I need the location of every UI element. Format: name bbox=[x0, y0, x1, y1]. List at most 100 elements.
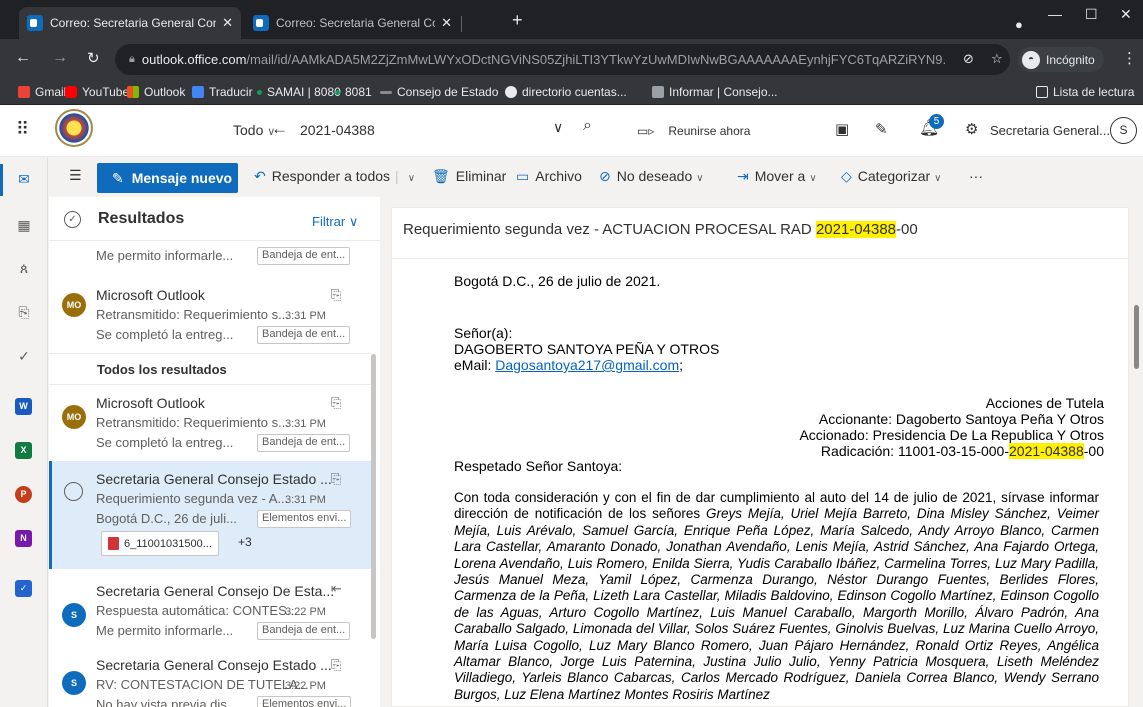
attachment-chip[interactable]: 6_11001031500... bbox=[101, 531, 219, 556]
list-item[interactable]: Me permito informarle... Bandeja de ent.… bbox=[49, 241, 371, 271]
list-item[interactable]: MO Microsoft Outlook ⎘ Retransmitido: Re… bbox=[49, 385, 371, 459]
incognito-badge[interactable]: ◓ Incógnito bbox=[1018, 47, 1104, 72]
move-to-button[interactable]: ⇥ Mover a ∨ bbox=[737, 168, 817, 185]
trash-icon: 🗑︎ bbox=[432, 168, 450, 184]
app-rail: ✉ ▦ ጰ ⎘ ✓ W X P N ✓ bbox=[0, 157, 48, 707]
organization-logo bbox=[55, 109, 93, 147]
avatar: MO bbox=[62, 293, 86, 317]
attachments-icon[interactable]: ⎘ bbox=[14, 304, 34, 322]
reply-all-button[interactable]: ↶ Responder a todos | ∨ bbox=[254, 168, 415, 185]
section-header: Todos los resultados bbox=[49, 353, 371, 385]
settings-gear-icon[interactable]: ⚙ bbox=[965, 120, 978, 138]
bookmark-gmail[interactable]: Gmail bbox=[18, 85, 66, 99]
app-launcher-icon[interactable]: ⠿ bbox=[16, 119, 29, 140]
bookmark-star-icon[interactable]: ☆ bbox=[991, 51, 1003, 67]
meet-now-button[interactable]: ▭▹ Reunirse ahora bbox=[637, 122, 764, 138]
new-message-button[interactable]: ✎ Mensaje nuevo bbox=[97, 163, 238, 193]
list-item[interactable]: MO Microsoft Outlook ⎘ Retransmitido: Re… bbox=[49, 273, 371, 349]
browser-tab-1[interactable]: Correo: Secretaria General Conse ✕ bbox=[19, 7, 241, 39]
command-bar: ☰ ✎ Mensaje nuevo ↶ Responder a todos | ∨ 🗑︎… bbox=[49, 157, 1143, 197]
message-subject: Requerimiento segunda vez - ACTUACION PR… bbox=[403, 221, 918, 238]
tab-title: Correo: Secretaria General Conse bbox=[276, 16, 435, 30]
maximize-icon[interactable]: ☐ bbox=[1085, 6, 1098, 23]
list-item[interactable]: S Secretaria General Consejo Estado ... … bbox=[49, 643, 371, 707]
calendar-icon[interactable]: ▦ bbox=[14, 217, 34, 235]
tracking-icon[interactable]: ⊘ bbox=[963, 51, 974, 67]
search-back-icon[interactable]: ← bbox=[271, 119, 288, 139]
select-all-checkbox[interactable]: ✓ bbox=[64, 211, 81, 228]
todo-icon[interactable]: ✓ bbox=[14, 348, 34, 366]
incognito-icon: ◓ bbox=[1022, 50, 1040, 69]
reading-scrollbar[interactable] bbox=[1130, 250, 1143, 707]
radicacion: Radicación: 11001-03-15-000-2021-04388-0… bbox=[820, 443, 1104, 459]
categorize-button[interactable]: ◇ Categorizar ∨ bbox=[841, 168, 941, 185]
collapse-menu-icon[interactable]: ☰ bbox=[69, 167, 82, 184]
more-attachments[interactable]: +3 bbox=[238, 535, 252, 549]
bookmark-informar[interactable]: Informar | Consejo... bbox=[652, 85, 778, 99]
excel-icon[interactable]: X bbox=[15, 442, 32, 459]
close-tab-icon[interactable]: ✕ bbox=[441, 15, 452, 31]
tab-title: Correo: Secretaria General Conse bbox=[50, 16, 217, 30]
message-list-pane: ✓ Resultados Filtrar ∨ Me permito inform… bbox=[49, 197, 380, 707]
incognito-label: Incógnito bbox=[1046, 52, 1095, 67]
pdf-file-icon bbox=[108, 537, 119, 550]
search-scope-dropdown[interactable]: Todo ∨ bbox=[233, 122, 275, 138]
search-icon[interactable]: ⌕ bbox=[583, 117, 592, 135]
email-link[interactable]: Dagosantoya217@gmail.com bbox=[495, 357, 679, 373]
bookmark-directorio[interactable]: directorio cuentas... bbox=[505, 85, 627, 99]
more-actions-button[interactable]: ··· bbox=[969, 168, 983, 184]
bookmark-consejo[interactable]: Consejo de Estado bbox=[380, 85, 498, 99]
onenote-icon[interactable]: N bbox=[15, 530, 32, 547]
todo-app-icon[interactable]: ✓ bbox=[15, 580, 32, 597]
mail-icon[interactable]: ✉ bbox=[14, 171, 34, 189]
reading-scrollbar-thumb[interactable] bbox=[1134, 305, 1139, 369]
account-name[interactable]: Secretaria General... bbox=[990, 123, 1110, 138]
list-item[interactable]: S Secretaria General Consejo De Esta... … bbox=[49, 569, 371, 649]
minimize-icon[interactable]: — bbox=[1048, 6, 1062, 22]
accionado: Accionado: Presidencia De La Republica Y… bbox=[799, 427, 1104, 443]
reply-all-icon: ↶ bbox=[254, 168, 266, 184]
results-title: Resultados bbox=[98, 210, 185, 227]
bookmark-outlook[interactable]: Outlook bbox=[127, 85, 185, 99]
bookmarks-bar: Gmail YouTube Outlook Traducir SAMAI | 8… bbox=[0, 82, 1143, 105]
lock-icon: 🔒︎ bbox=[129, 53, 135, 65]
new-tab-icon[interactable]: + bbox=[512, 10, 523, 31]
account-avatar[interactable]: S bbox=[1110, 117, 1137, 144]
bookmark-traducir[interactable]: Traducir bbox=[192, 85, 253, 99]
close-window-icon[interactable]: ✕ bbox=[1120, 6, 1132, 23]
search-options-chevron-icon[interactable]: ∨ bbox=[553, 119, 563, 136]
bookmark-8081[interactable]: 8081 bbox=[335, 85, 372, 99]
paperclip-icon: ⎘ bbox=[331, 287, 342, 302]
reading-list[interactable]: Lista de lectura bbox=[1036, 85, 1134, 99]
archive-button[interactable]: ▭ Archivo bbox=[516, 168, 582, 185]
word-icon[interactable]: W bbox=[15, 398, 32, 415]
browser-menu-icon[interactable]: ⋮ bbox=[1122, 49, 1137, 67]
select-checkbox[interactable] bbox=[64, 482, 83, 501]
video-icon: ▭▹ bbox=[637, 124, 655, 138]
delete-button[interactable]: 🗑︎ Eliminar bbox=[432, 168, 506, 185]
filter-button[interactable]: Filtrar ∨ bbox=[312, 214, 358, 230]
junk-button[interactable]: ⊘ No deseado ∨ bbox=[599, 168, 704, 185]
rail-selected-indicator bbox=[0, 164, 3, 196]
powerpoint-icon[interactable]: P bbox=[15, 486, 32, 503]
folder-badge: Bandeja de ent... bbox=[257, 434, 351, 452]
profile-menu-icon[interactable]: ● bbox=[1015, 17, 1023, 32]
close-tab-icon[interactable]: ✕ bbox=[222, 15, 233, 31]
bookmark-youtube[interactable]: YouTube bbox=[65, 85, 129, 99]
bookmark-samai[interactable]: SAMAI | 8080 bbox=[257, 85, 341, 99]
reload-icon[interactable]: ↻ bbox=[87, 49, 100, 67]
teams-icon[interactable]: ▣ bbox=[835, 120, 849, 138]
browser-tab-2[interactable]: Correo: Secretaria General Conse ✕ bbox=[245, 7, 460, 39]
outlook-favicon-icon bbox=[253, 15, 269, 31]
browser-tab-3-spacer bbox=[471, 7, 507, 39]
list-scrollbar-thumb[interactable] bbox=[371, 354, 376, 639]
people-icon[interactable]: ጰ bbox=[14, 260, 34, 278]
avatar: S bbox=[62, 603, 86, 627]
recipient-name: DAGOBERTO SANTOYA PEÑA Y OTROS bbox=[454, 341, 720, 357]
block-icon: ⊘ bbox=[599, 168, 611, 184]
folder-badge: Bandeja de ent... bbox=[257, 622, 351, 640]
back-icon[interactable]: ← bbox=[15, 49, 31, 67]
url-field[interactable]: 🔒︎ outlook.office.com /mail/id/AAMkADA5M… bbox=[115, 44, 1010, 75]
search-input[interactable]: 2021-04388 bbox=[300, 122, 375, 138]
feedback-icon[interactable]: ✎ bbox=[875, 120, 888, 138]
